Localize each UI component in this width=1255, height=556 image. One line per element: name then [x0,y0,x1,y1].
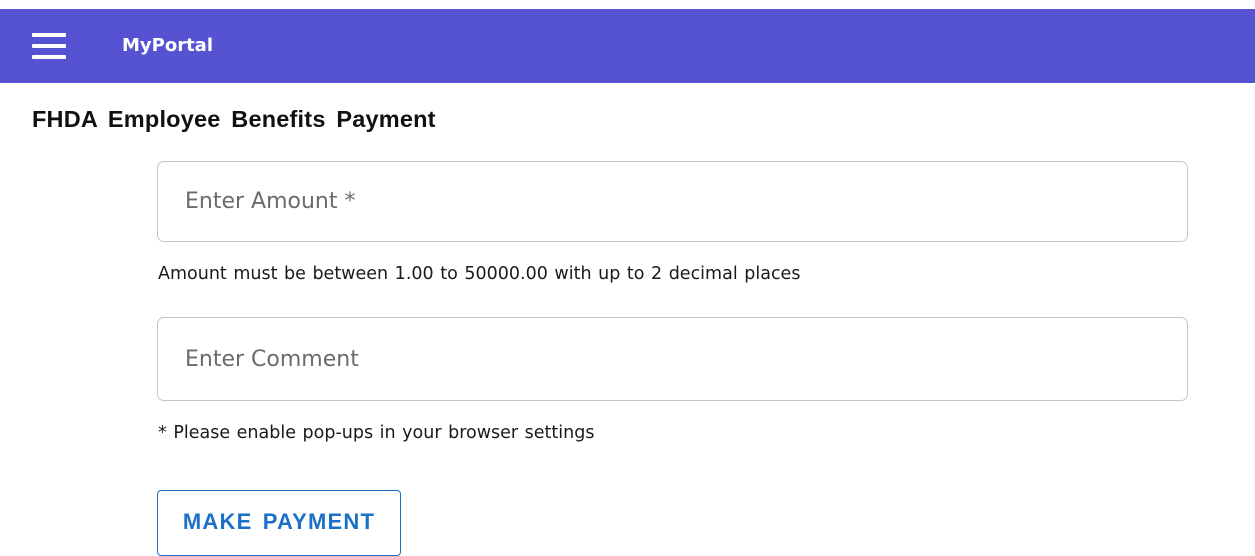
top-app-bar: MyPortal [0,9,1255,83]
hamburger-menu-icon[interactable] [32,29,66,63]
brand-title[interactable]: MyPortal [122,9,213,83]
page-title: FHDA Employee Benefits Payment [32,106,436,132]
amount-hint-text: Amount must be between 1.00 to 50000.00 … [158,264,801,284]
menu-bar-line [32,44,66,48]
amount-field-container [157,161,1188,242]
make-payment-button[interactable]: MAKE PAYMENT [157,490,401,556]
comment-input[interactable] [158,318,1187,400]
amount-input[interactable] [158,162,1187,241]
comment-field-container [157,317,1188,401]
menu-bar-line [32,33,66,37]
popup-notice-text: * Please enable pop-ups in your browser … [158,423,595,443]
menu-bar-line [32,55,66,59]
